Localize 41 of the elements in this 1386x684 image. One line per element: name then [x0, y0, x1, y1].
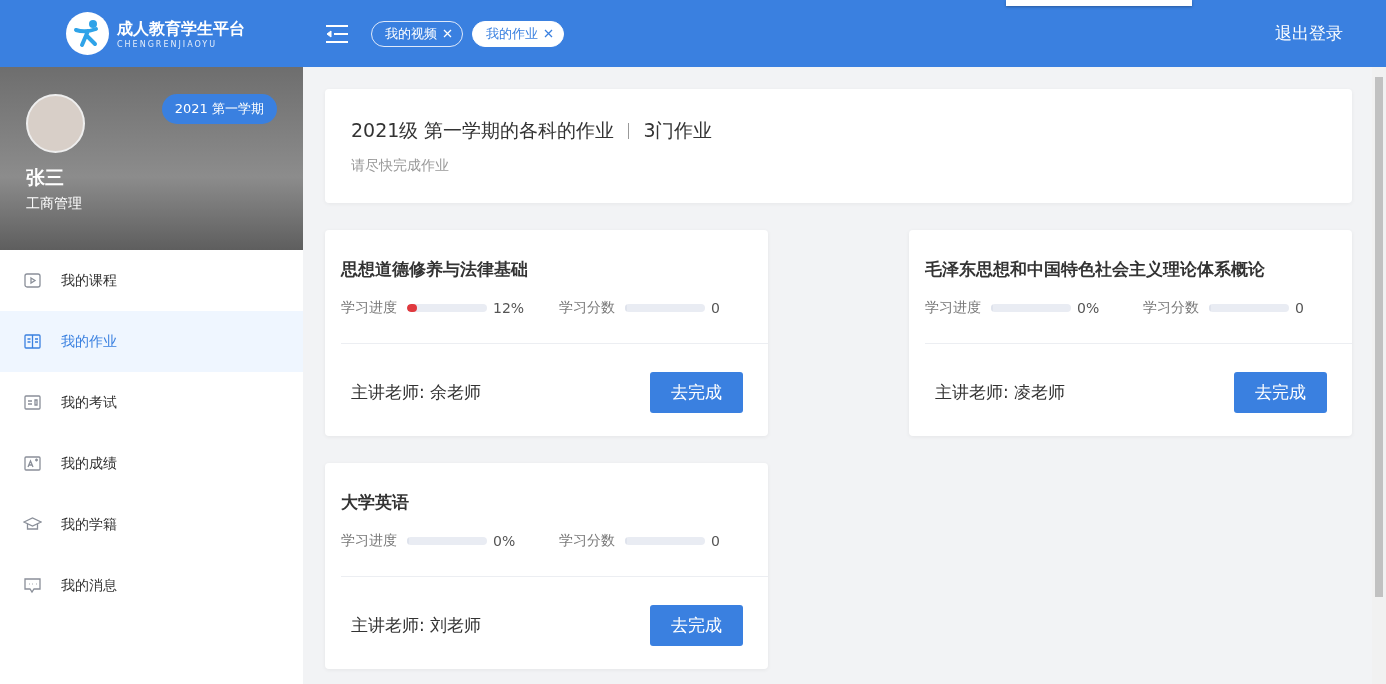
- page-tab[interactable]: 我的作业: [472, 20, 564, 47]
- teacher-name: 主讲老师: 余老师: [351, 381, 482, 404]
- course-title: 大学英语: [341, 491, 410, 514]
- document-icon: [23, 393, 42, 412]
- complete-button[interactable]: 去完成: [650, 372, 743, 413]
- score-value: 0: [1295, 300, 1305, 316]
- progress-value: 0%: [493, 533, 517, 549]
- score-label: 学习分数: [559, 532, 615, 550]
- course-title: 思想道德修养与法律基础: [341, 258, 529, 281]
- term-badge: 2021 第一学期: [161, 94, 277, 124]
- play-icon: [23, 271, 42, 290]
- logo-subtitle: CHENGRENJIAOYU: [117, 39, 219, 49]
- grade-icon: [23, 454, 42, 473]
- teacher-name: 主讲老师: 刘老师: [351, 614, 482, 637]
- homework-count: 3门作业: [643, 118, 713, 143]
- scrollbar[interactable]: [1372, 67, 1386, 684]
- student-name: 张三: [26, 165, 65, 190]
- logo-title: 成人教育学生平台: [117, 18, 245, 40]
- score-label: 学习分数: [1143, 299, 1199, 317]
- student-major: 工商管理: [26, 195, 83, 213]
- logo-icon: [66, 12, 109, 55]
- complete-button[interactable]: 去完成: [650, 605, 743, 646]
- progress-label: 学习进度: [341, 532, 397, 550]
- progress-label: 学习进度: [341, 299, 397, 317]
- book-icon: [23, 332, 42, 351]
- summary-title: 2021级 第一学期的各科的作业: [351, 118, 615, 143]
- score-value: 0: [711, 300, 721, 316]
- message-icon: [23, 576, 42, 595]
- score-value: 0: [711, 533, 721, 549]
- complete-button[interactable]: 去完成: [1234, 372, 1327, 413]
- sidebar-item[interactable]: 我的作业: [0, 311, 303, 372]
- logout-link[interactable]: 退出登录: [1275, 22, 1343, 45]
- score-label: 学习分数: [559, 299, 615, 317]
- teacher-name: 主讲老师: 凌老师: [935, 381, 1066, 404]
- summary-subtitle: 请尽快完成作业: [351, 157, 450, 175]
- progress-value: 12%: [493, 300, 526, 316]
- close-icon[interactable]: [544, 29, 553, 38]
- progress-value: 0%: [1077, 300, 1101, 316]
- course-title: 毛泽东思想和中国特色社会主义理论体系概论: [925, 258, 1266, 281]
- menu-collapse-icon[interactable]: [325, 23, 349, 44]
- progress-label: 学习进度: [925, 299, 981, 317]
